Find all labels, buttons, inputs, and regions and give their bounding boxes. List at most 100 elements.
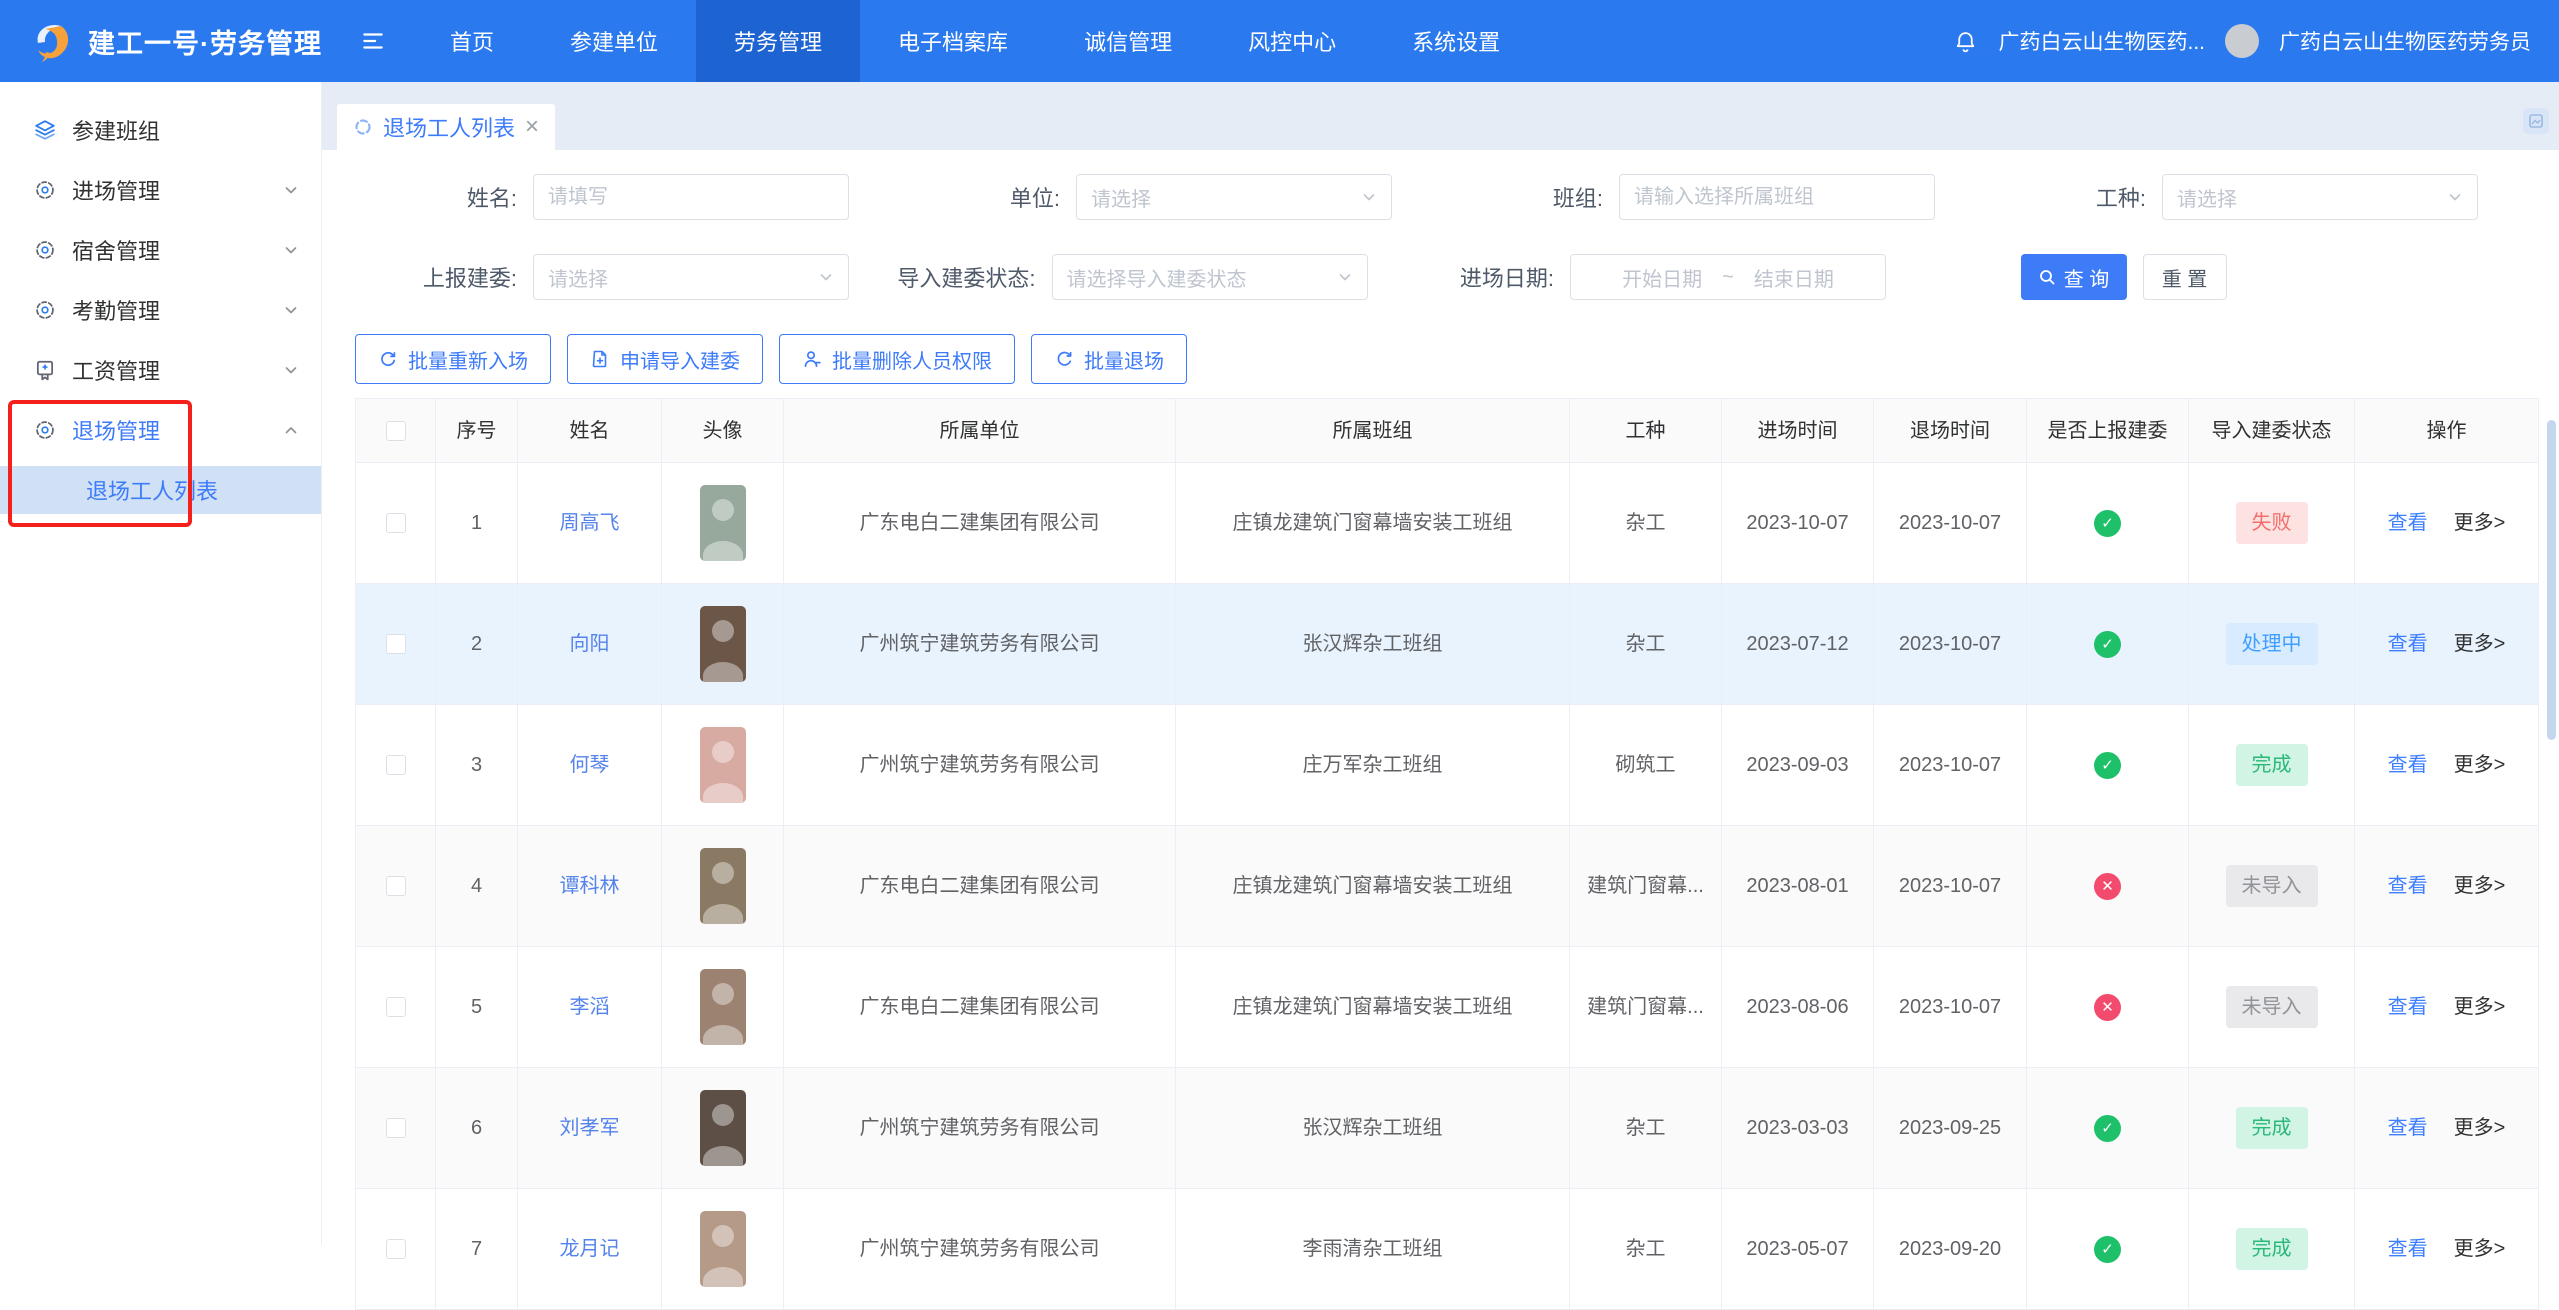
worker-avatar [700, 1211, 746, 1287]
nav-menu: 首页参建单位劳务管理电子档案库诚信管理风控中心系统设置 [412, 0, 1538, 82]
unit-select[interactable]: 请选择 [1076, 174, 1392, 220]
select-all-checkbox[interactable] [386, 421, 406, 441]
worker-name-link[interactable]: 李滔 [570, 993, 610, 1021]
sidebar-item-4[interactable]: 考勤管理 [0, 280, 321, 340]
nav-item-7[interactable]: 系统设置 [1374, 0, 1538, 82]
logo-icon [30, 19, 74, 63]
sidebar-item-2[interactable]: 进场管理 [0, 160, 321, 220]
row-checkbox[interactable] [386, 1239, 406, 1259]
view-link[interactable]: 查看 [2388, 509, 2428, 537]
org-name[interactable]: 广药白云山生物医药... [1998, 26, 2205, 56]
name-input[interactable] [533, 174, 849, 220]
cell-report: ✓ [2027, 584, 2189, 704]
sidebar-item-3[interactable]: 宿舍管理 [0, 220, 321, 280]
table-header-row: 序号姓名头像所属单位所属班组工种进场时间退场时间是否上报建委导入建委状态操作 [356, 399, 2538, 463]
job-select[interactable]: 请选择 [2162, 174, 2478, 220]
worker-name-link[interactable]: 周高飞 [560, 509, 620, 537]
more-link[interactable]: 更多> [2454, 509, 2506, 537]
row-checkbox[interactable] [386, 513, 406, 533]
floating-widget-icon[interactable] [2523, 108, 2549, 134]
nav-item-1[interactable]: 首页 [412, 0, 532, 82]
nav-item-3[interactable]: 劳务管理 [696, 0, 860, 82]
more-link[interactable]: 更多> [2454, 993, 2506, 1021]
scrollbar[interactable] [2547, 420, 2556, 740]
row-checkbox[interactable] [386, 997, 406, 1017]
more-link[interactable]: 更多> [2454, 1114, 2506, 1142]
close-icon[interactable]: × [525, 115, 539, 139]
cell-import: 未导入 [2189, 826, 2355, 946]
report-select[interactable]: 请选择 [533, 254, 849, 300]
table-row: 2向阳广州筑宁建筑劳务有限公司张汉辉杂工班组杂工2023-07-122023-1… [356, 584, 2538, 705]
cell-op: 查看更多> [2355, 1189, 2538, 1309]
cell-exit: 2023-10-07 [1874, 463, 2027, 583]
enter-date-label: 进场日期: [1392, 261, 1570, 293]
more-link[interactable]: 更多> [2454, 1235, 2506, 1263]
nav-item-5[interactable]: 诚信管理 [1046, 0, 1210, 82]
sidebar-subitem-exit-worker-list[interactable]: 退场工人列表 [0, 466, 321, 514]
team-input[interactable] [1619, 174, 1935, 220]
refresh-icon[interactable] [353, 117, 373, 137]
row-checkbox[interactable] [386, 634, 406, 654]
exit-loop-icon [1054, 349, 1074, 369]
search-button[interactable]: 查 询 [2021, 254, 2127, 300]
worker-name-link[interactable]: 谭科林 [560, 872, 620, 900]
batch-action-button-2[interactable]: 申请导入建委 [567, 334, 763, 384]
view-link[interactable]: 查看 [2388, 1235, 2428, 1263]
import-status-select[interactable]: 请选择导入建委状态 [1052, 254, 1368, 300]
row-checkbox[interactable] [386, 1118, 406, 1138]
view-link[interactable]: 查看 [2388, 1114, 2428, 1142]
batch-action-button-3[interactable]: 批量删除人员权限 [779, 334, 1015, 384]
sidebar: 参建班组进场管理宿舍管理考勤管理工资管理退场管理退场工人列表 [0, 82, 322, 1245]
chevron-down-icon [283, 242, 299, 258]
more-link[interactable]: 更多> [2454, 872, 2506, 900]
top-navbar: 建工一号·劳务管理 首页参建单位劳务管理电子档案库诚信管理风控中心系统设置 广药… [0, 0, 2559, 82]
cell-team: 李雨清杂工班组 [1176, 1189, 1570, 1309]
row-checkbox[interactable] [386, 755, 406, 775]
menu-collapse-icon[interactable] [360, 28, 386, 54]
sidebar-item-1[interactable]: 参建班组 [0, 100, 321, 160]
gear-icon [34, 239, 56, 261]
gear-icon [34, 299, 56, 321]
start-date-placeholder: 开始日期 [1622, 263, 1702, 292]
view-link[interactable]: 查看 [2388, 751, 2428, 779]
cell-avatar [662, 705, 784, 825]
worker-name-link[interactable]: 向阳 [570, 630, 610, 658]
more-link[interactable]: 更多> [2454, 751, 2506, 779]
tab-exit-worker-list[interactable]: 退场工人列表 × [337, 104, 555, 150]
sidebar-item-label: 参建班组 [72, 114, 299, 146]
import-status-badge: 完成 [2236, 1107, 2308, 1149]
cell-index: 5 [436, 947, 518, 1067]
user-name[interactable]: 广药白云山生物医药劳务员 [2279, 26, 2531, 56]
main-area: 退场工人列表 × 姓名: 单位: 请选择 班组: [322, 82, 2559, 1245]
user-avatar[interactable] [2225, 24, 2259, 58]
reset-button[interactable]: 重 置 [2143, 254, 2227, 300]
chevron-down-icon [283, 182, 299, 198]
notification-bell-icon[interactable] [1953, 29, 1978, 54]
header-cell-report: 是否上报建委 [2027, 399, 2189, 462]
worker-avatar [700, 848, 746, 924]
nav-item-6[interactable]: 风控中心 [1210, 0, 1374, 82]
worker-name-link[interactable]: 刘孝军 [560, 1114, 620, 1142]
batch-action-button-1[interactable]: 批量重新入场 [355, 334, 551, 384]
worker-name-link[interactable]: 龙月记 [560, 1235, 620, 1263]
worker-name-link[interactable]: 何琴 [570, 751, 610, 779]
chevron-down-icon [2447, 189, 2463, 205]
more-link[interactable]: 更多> [2454, 630, 2506, 658]
cell-exit: 2023-10-07 [1874, 826, 2027, 946]
view-link[interactable]: 查看 [2388, 993, 2428, 1021]
import-status-badge: 处理中 [2226, 623, 2318, 665]
search-button-label: 查 询 [2064, 263, 2110, 292]
enter-date-range[interactable]: 开始日期 ~ 结束日期 [1570, 254, 1886, 300]
nav-item-2[interactable]: 参建单位 [532, 0, 696, 82]
view-link[interactable]: 查看 [2388, 872, 2428, 900]
sidebar-item-5[interactable]: 工资管理 [0, 340, 321, 400]
view-link[interactable]: 查看 [2388, 630, 2428, 658]
sidebar-item-6[interactable]: 退场管理 [0, 400, 321, 460]
row-checkbox[interactable] [386, 876, 406, 896]
gear-icon [34, 419, 56, 441]
header-cell-exit: 退场时间 [1874, 399, 2027, 462]
filter-import-status: 导入建委状态: 请选择导入建委状态 [874, 254, 1393, 300]
header-cell-company: 所属单位 [784, 399, 1176, 462]
nav-item-4[interactable]: 电子档案库 [860, 0, 1046, 82]
batch-action-button-4[interactable]: 批量退场 [1031, 334, 1187, 384]
